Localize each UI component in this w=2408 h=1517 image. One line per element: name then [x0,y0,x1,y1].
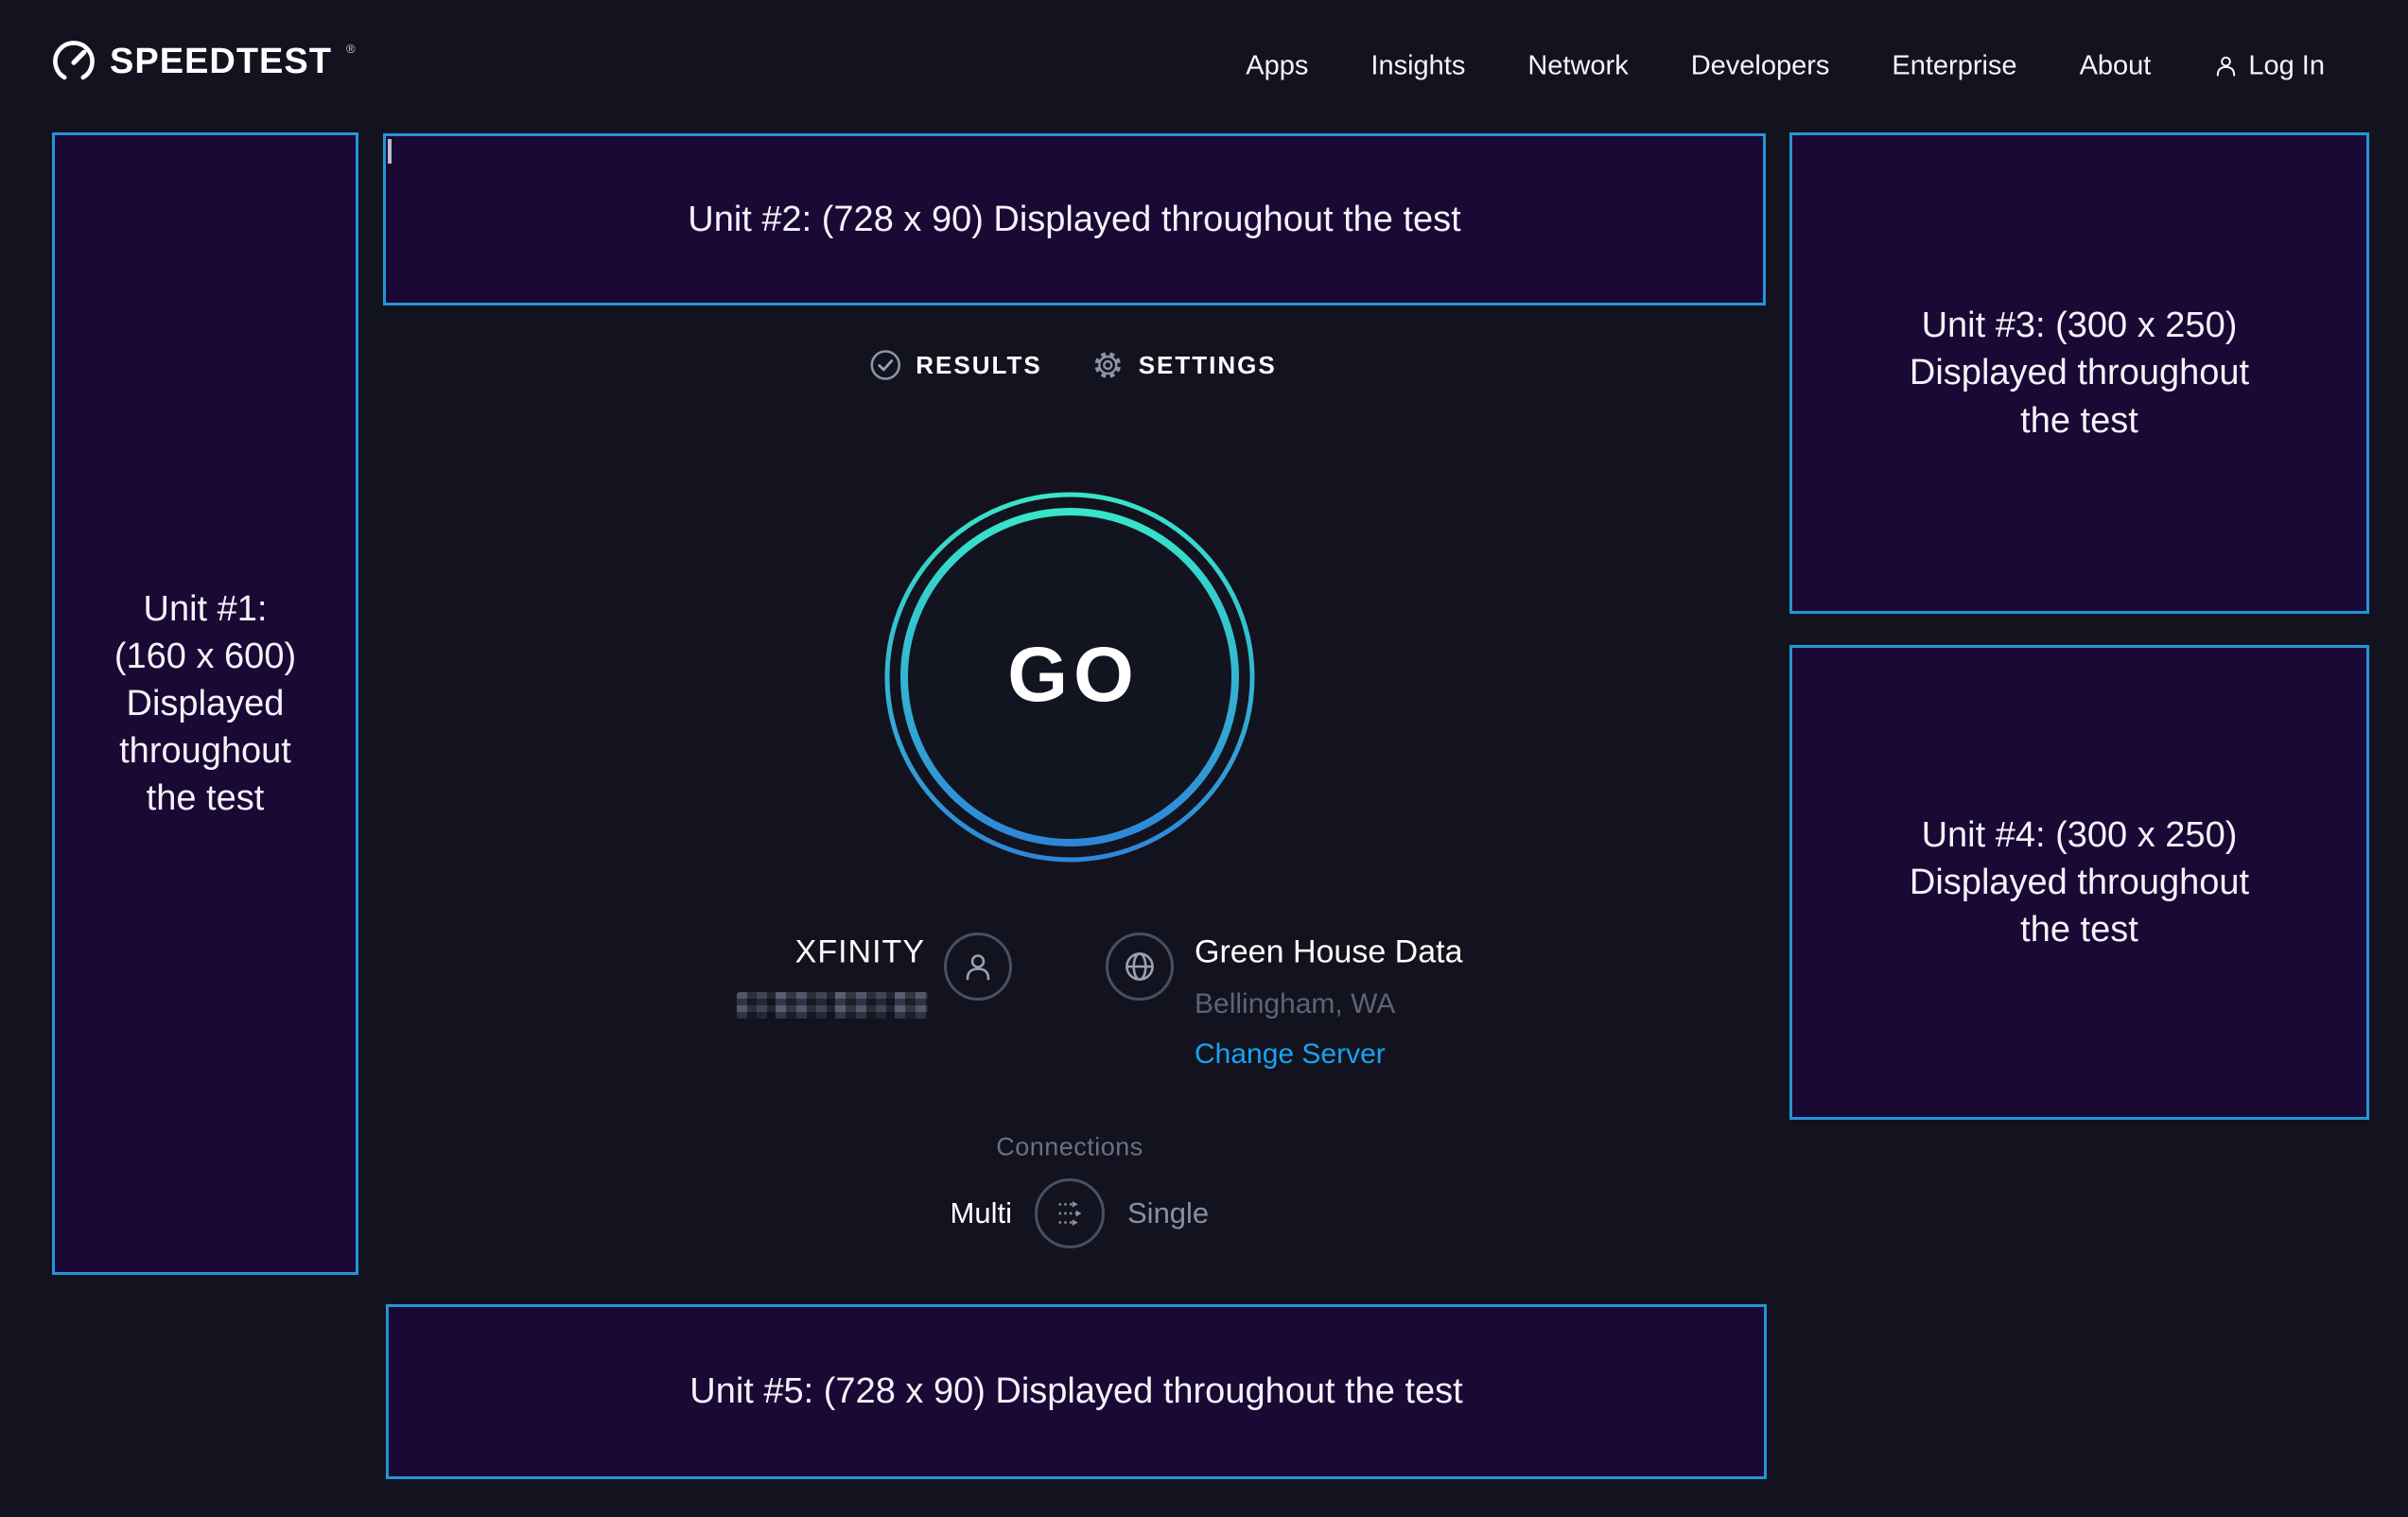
nav-item-insights[interactable]: Insights [1370,51,1465,82]
ad-unit-4[interactable]: Unit #4: (300 x 250) Displayed throughou… [1789,645,2369,1120]
ad-unit-3-text: Unit #3: (300 x 250) Displayed throughou… [1910,302,2249,444]
ad-unit-3[interactable]: Unit #3: (300 x 250) Displayed throughou… [1789,132,2369,614]
nav-item-apps[interactable]: Apps [1246,51,1308,82]
connections-toggle[interactable] [1035,1178,1105,1248]
main-nav: Apps Insights Network Developers Enterpr… [1246,51,2325,82]
ad-unit-2[interactable]: Unit #2: (728 x 90) Displayed throughout… [383,133,1766,305]
nav-item-about[interactable]: About [2080,51,2152,82]
logo-text: SPEEDTEST [110,40,332,83]
nav-item-login[interactable]: Log In [2213,51,2325,82]
censored-ip-address [737,992,928,1019]
tab-settings-label: SETTINGS [1139,351,1277,380]
ad-unit-5[interactable]: Unit #5: (728 x 90) Displayed throughout… [386,1304,1767,1479]
server-name: Green House Data [1195,934,1463,971]
gear-icon [1091,348,1125,382]
go-button[interactable]: GO [881,488,1259,866]
speedtest-page: SPEEDTEST ® Apps Insights Network Develo… [0,0,2408,1517]
user-circle-icon [959,948,997,985]
connections-option-multi[interactable]: Multi [951,1196,1012,1230]
multi-connection-arrows-icon [1048,1192,1091,1235]
login-label: Log In [2248,51,2325,82]
check-circle-icon [868,348,902,382]
isp-user-circle [944,933,1012,1001]
logo-trademark: ® [346,42,356,56]
connections-label: Connections [996,1133,1143,1162]
tab-results-label: RESULTS [916,351,1041,380]
change-server-link[interactable]: Change Server [1195,1038,1386,1071]
tab-settings[interactable]: SETTINGS [1091,348,1277,382]
nav-item-network[interactable]: Network [1527,51,1628,82]
ad-artifact [388,139,392,164]
view-tabs: RESULTS SETTINGS [868,348,1276,382]
isp-name: XFINITY [795,934,925,971]
speedometer-gauge-icon [52,40,96,83]
nav-item-developers[interactable]: Developers [1691,51,1830,82]
ad-unit-1[interactable]: Unit #1: (160 x 600) Displayed throughou… [52,132,358,1275]
logo[interactable]: SPEEDTEST ® [52,40,356,83]
globe-icon [1118,945,1161,988]
connections-option-single[interactable]: Single [1127,1196,1209,1230]
tab-results[interactable]: RESULTS [868,348,1041,382]
user-icon [2213,54,2239,79]
ad-unit-1-text: Unit #1: (160 x 600) Displayed throughou… [114,585,296,823]
server-location: Bellingham, WA [1195,988,1395,1020]
server-globe-circle [1106,933,1174,1001]
ad-unit-4-text: Unit #4: (300 x 250) Displayed throughou… [1910,811,2249,953]
nav-item-enterprise[interactable]: Enterprise [1892,51,2016,82]
go-label: GO [1000,631,1140,720]
ad-unit-2-text: Unit #2: (728 x 90) Displayed throughout… [688,196,1460,243]
ad-unit-5-text: Unit #5: (728 x 90) Displayed throughout… [689,1368,1462,1415]
